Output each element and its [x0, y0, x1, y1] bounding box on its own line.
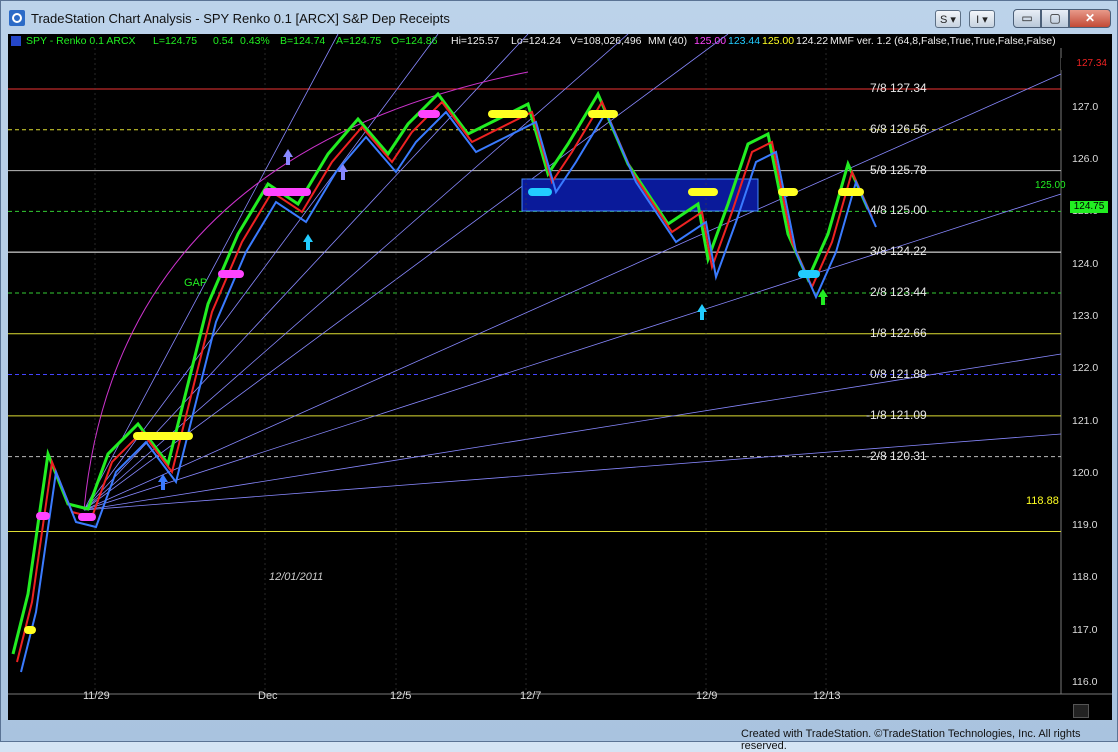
murrey-label: 0/8 121.88 — [870, 366, 927, 381]
marker-pill — [488, 110, 528, 118]
marker-pill — [36, 512, 50, 520]
window-title: TradeStation Chart Analysis - SPY Renko … — [31, 11, 450, 26]
price-line-green — [11, 90, 870, 655]
murrey-label: -1/8 121.09 — [866, 407, 927, 422]
tradestation-window: TradeStation Chart Analysis - SPY Renko … — [0, 0, 1118, 752]
marker-pill — [418, 110, 440, 118]
date-label: 11/29 — [83, 690, 110, 702]
price-tag-green: 125.00 — [1035, 180, 1066, 191]
price-tag-yellow: 118.88 — [1026, 495, 1059, 507]
s-button-label: S — [940, 14, 948, 26]
last-price-tag: 124.75 — [1070, 201, 1108, 213]
price-plot[interactable] — [8, 34, 1112, 720]
minimize-button[interactable]: ▭ — [1013, 9, 1041, 28]
gann-fan-line — [83, 433, 1062, 511]
marker-pill — [263, 188, 311, 196]
marker-pill — [24, 626, 36, 634]
date-annotation: 12/01/2011 — [269, 571, 324, 583]
price-axis-label: 119.0 — [1072, 519, 1098, 532]
date-label: 12/7 — [520, 690, 542, 702]
price-axis-label: 127.0 — [1072, 100, 1099, 113]
murrey-label: 7/8 127.34 — [870, 81, 927, 95]
murrey-label: -2/8 120.31 — [866, 448, 927, 463]
price-axis-label: 124.0 — [1072, 257, 1099, 270]
i-button-label: I — [976, 14, 980, 26]
maximize-button[interactable]: ▢ — [1041, 9, 1069, 28]
signal-arrow-icon — [697, 304, 707, 320]
gap-annotation: GAP — [184, 277, 208, 289]
date-label: Dec — [258, 690, 278, 702]
marker-pill — [218, 270, 244, 278]
date-label: 12/9 — [696, 690, 718, 702]
price-axis-label: 122.0 — [1072, 362, 1099, 375]
date-label: 12/5 — [390, 690, 412, 702]
price-axis-label: 120.0 — [1072, 466, 1099, 479]
footer-credit: Created with TradeStation. ©TradeStation… — [741, 728, 1081, 752]
signal-arrow-icon — [283, 149, 293, 165]
marker-pill — [798, 270, 820, 278]
price-axis-label: 117.0 — [1072, 623, 1098, 636]
price-axis-label: 123.0 — [1072, 309, 1099, 322]
price-axis-label: 121.0 — [1072, 414, 1099, 427]
marker-pill — [838, 188, 864, 196]
price-axis: 127.0126.0125.0124.0123.0122.0121.0120.0… — [1068, 48, 1112, 688]
marker-pill — [778, 188, 798, 196]
murrey-label: 3/8 124.22 — [870, 244, 927, 259]
marker-pill — [588, 110, 618, 118]
i-button[interactable]: I ▾ — [969, 10, 995, 28]
price-axis-label: 126.0 — [1072, 153, 1099, 166]
marker-pill — [133, 432, 193, 440]
date-label: 12/13 — [813, 690, 841, 702]
murrey-label: 2/8 123.44 — [870, 284, 927, 299]
tradestation-logo-icon — [9, 10, 25, 26]
title-bar[interactable]: TradeStation Chart Analysis - SPY Renko … — [1, 1, 1117, 35]
murrey-label: 5/8 125.78 — [870, 162, 927, 177]
murrey-label: 4/8 125.00 — [870, 203, 927, 218]
murrey-label: 1/8 122.66 — [870, 325, 927, 340]
marker-pill — [528, 188, 552, 196]
price-axis-label: 118.0 — [1072, 571, 1098, 584]
price-tag-red: 127.34 — [1061, 58, 1107, 70]
marker-pill — [688, 188, 718, 196]
scroll-right-button[interactable] — [1073, 704, 1089, 718]
chart-area[interactable]: SPY - Renko 0.1 ARCX L=124.75 0.54 0.43%… — [8, 34, 1112, 720]
price-axis-label: 116.0 — [1072, 676, 1098, 689]
close-button[interactable]: ✕ — [1069, 9, 1111, 28]
marker-pill — [78, 513, 96, 521]
signal-arrow-icon — [303, 234, 313, 250]
murrey-label: 6/8 126.56 — [870, 121, 927, 136]
s-button[interactable]: S ▾ — [935, 10, 961, 28]
